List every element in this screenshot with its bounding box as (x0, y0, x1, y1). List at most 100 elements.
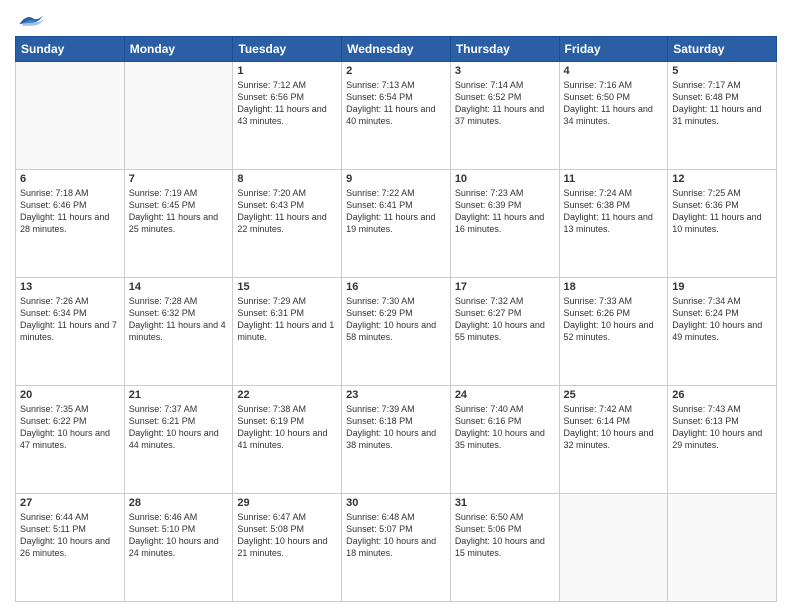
daylight-text: Daylight: 10 hours and 32 minutes. (564, 427, 664, 451)
week-row-2: 6Sunrise: 7:18 AMSunset: 6:46 PMDaylight… (16, 170, 777, 278)
day-info: Sunrise: 7:40 AMSunset: 6:16 PMDaylight:… (455, 403, 555, 452)
day-info: Sunrise: 7:13 AMSunset: 6:54 PMDaylight:… (346, 79, 446, 128)
day-info: Sunrise: 6:48 AMSunset: 5:07 PMDaylight:… (346, 511, 446, 560)
sunset-text: Sunset: 5:11 PM (20, 523, 120, 535)
weekday-header-tuesday: Tuesday (233, 37, 342, 62)
calendar-cell: 23Sunrise: 7:39 AMSunset: 6:18 PMDayligh… (342, 386, 451, 494)
day-info: Sunrise: 7:20 AMSunset: 6:43 PMDaylight:… (237, 187, 337, 236)
sunrise-text: Sunrise: 7:13 AM (346, 79, 446, 91)
daylight-text: Daylight: 11 hours and 25 minutes. (129, 211, 229, 235)
sunrise-text: Sunrise: 7:22 AM (346, 187, 446, 199)
day-info: Sunrise: 7:19 AMSunset: 6:45 PMDaylight:… (129, 187, 229, 236)
weekday-header-sunday: Sunday (16, 37, 125, 62)
day-info: Sunrise: 6:46 AMSunset: 5:10 PMDaylight:… (129, 511, 229, 560)
sunrise-text: Sunrise: 7:37 AM (129, 403, 229, 415)
calendar-cell: 1Sunrise: 7:12 AMSunset: 6:56 PMDaylight… (233, 62, 342, 170)
week-row-4: 20Sunrise: 7:35 AMSunset: 6:22 PMDayligh… (16, 386, 777, 494)
day-info: Sunrise: 7:23 AMSunset: 6:39 PMDaylight:… (455, 187, 555, 236)
sunset-text: Sunset: 6:27 PM (455, 307, 555, 319)
day-number: 31 (455, 497, 555, 509)
calendar-cell: 27Sunrise: 6:44 AMSunset: 5:11 PMDayligh… (16, 494, 125, 602)
weekday-header-friday: Friday (559, 37, 668, 62)
daylight-text: Daylight: 10 hours and 26 minutes. (20, 535, 120, 559)
calendar-cell: 20Sunrise: 7:35 AMSunset: 6:22 PMDayligh… (16, 386, 125, 494)
day-info: Sunrise: 7:39 AMSunset: 6:18 PMDaylight:… (346, 403, 446, 452)
week-row-5: 27Sunrise: 6:44 AMSunset: 5:11 PMDayligh… (16, 494, 777, 602)
sunset-text: Sunset: 6:31 PM (237, 307, 337, 319)
daylight-text: Daylight: 11 hours and 43 minutes. (237, 103, 337, 127)
calendar-cell: 3 Sunrise: 7:14 AMSunset: 6:52 PMDaylight… (450, 62, 559, 170)
sunrise-text: Sunrise: 7:29 AM (237, 295, 337, 307)
calendar-cell: 7 Sunrise: 7:19 AMSunset: 6:45 PMDaylight… (124, 170, 233, 278)
day-number: 10 (455, 173, 555, 185)
day-info: Sunrise: 7:34 AMSunset: 6:24 PMDaylight:… (672, 295, 772, 344)
day-info: Sunrise: 7:17 AMSunset: 6:48 PMDaylight:… (672, 79, 772, 128)
day-number: 26 (672, 389, 772, 401)
calendar-cell: 4Sunrise: 7:16 AMSunset: 6:50 PMDaylight… (559, 62, 668, 170)
weekday-header-monday: Monday (124, 37, 233, 62)
sunset-text: Sunset: 5:08 PM (237, 523, 337, 535)
sunrise-text: Sunrise: 7:28 AM (129, 295, 229, 307)
header (15, 10, 777, 30)
day-info: Sunrise: 7:14 AMSunset: 6:52 PMDaylight:… (455, 79, 555, 128)
sunset-text: Sunset: 6:46 PM (20, 199, 120, 211)
sunrise-text: Sunrise: 7:43 AM (672, 403, 772, 415)
calendar-cell: 11Sunrise: 7:24 AMSunset: 6:38 PMDayligh… (559, 170, 668, 278)
day-number: 30 (346, 497, 446, 509)
day-info: Sunrise: 7:33 AMSunset: 6:26 PMDaylight:… (564, 295, 664, 344)
sunrise-text: Sunrise: 6:50 AM (455, 511, 555, 523)
calendar-cell: 22Sunrise: 7:38 AMSunset: 6:19 PMDayligh… (233, 386, 342, 494)
daylight-text: Daylight: 10 hours and 44 minutes. (129, 427, 229, 451)
day-number: 14 (129, 281, 229, 293)
day-number: 16 (346, 281, 446, 293)
day-number: 5 (672, 65, 772, 77)
sunset-text: Sunset: 6:52 PM (455, 91, 555, 103)
sunrise-text: Sunrise: 6:47 AM (237, 511, 337, 523)
calendar-cell: 6Sunrise: 7:18 AMSunset: 6:46 PMDaylight… (16, 170, 125, 278)
calendar-cell (559, 494, 668, 602)
sunset-text: Sunset: 6:21 PM (129, 415, 229, 427)
sunset-text: Sunset: 6:34 PM (20, 307, 120, 319)
day-number: 18 (564, 281, 664, 293)
calendar-cell: 30 Sunrise: 6:48 AMSunset: 5:07 PMDayligh… (342, 494, 451, 602)
daylight-text: Daylight: 11 hours and 10 minutes. (672, 211, 772, 235)
daylight-text: Daylight: 11 hours and 28 minutes. (20, 211, 120, 235)
daylight-text: Daylight: 10 hours and 38 minutes. (346, 427, 446, 451)
daylight-text: Daylight: 11 hours and 22 minutes. (237, 211, 337, 235)
sunset-text: Sunset: 6:22 PM (20, 415, 120, 427)
day-info: Sunrise: 7:28 AMSunset: 6:32 PMDaylight:… (129, 295, 229, 344)
day-number: 22 (237, 389, 337, 401)
day-number: 21 (129, 389, 229, 401)
day-info: Sunrise: 7:32 AMSunset: 6:27 PMDaylight:… (455, 295, 555, 344)
weekday-header-saturday: Saturday (668, 37, 777, 62)
day-number: 29 (237, 497, 337, 509)
day-info: Sunrise: 6:50 AMSunset: 5:06 PMDaylight:… (455, 511, 555, 560)
day-number: 7 (129, 173, 229, 185)
day-info: Sunrise: 7:12 AMSunset: 6:56 PMDaylight:… (237, 79, 337, 128)
day-info: Sunrise: 7:22 AMSunset: 6:41 PMDaylight:… (346, 187, 446, 236)
sunset-text: Sunset: 6:50 PM (564, 91, 664, 103)
sunset-text: Sunset: 6:18 PM (346, 415, 446, 427)
sunrise-text: Sunrise: 7:16 AM (564, 79, 664, 91)
sunrise-text: Sunrise: 7:25 AM (672, 187, 772, 199)
daylight-text: Daylight: 11 hours and 40 minutes. (346, 103, 446, 127)
calendar-cell: 17Sunrise: 7:32 AMSunset: 6:27 PMDayligh… (450, 278, 559, 386)
day-info: Sunrise: 7:42 AMSunset: 6:14 PMDaylight:… (564, 403, 664, 452)
sunrise-text: Sunrise: 7:40 AM (455, 403, 555, 415)
sunrise-text: Sunrise: 6:44 AM (20, 511, 120, 523)
weekday-header-row: SundayMondayTuesdayWednesdayThursdayFrid… (16, 37, 777, 62)
sunrise-text: Sunrise: 7:34 AM (672, 295, 772, 307)
day-number: 28 (129, 497, 229, 509)
sunset-text: Sunset: 6:24 PM (672, 307, 772, 319)
calendar-cell: 29Sunrise: 6:47 AMSunset: 5:08 PMDayligh… (233, 494, 342, 602)
calendar-table: SundayMondayTuesdayWednesdayThursdayFrid… (15, 36, 777, 602)
sunrise-text: Sunrise: 6:48 AM (346, 511, 446, 523)
sunset-text: Sunset: 6:32 PM (129, 307, 229, 319)
daylight-text: Daylight: 10 hours and 41 minutes. (237, 427, 337, 451)
sunrise-text: Sunrise: 7:35 AM (20, 403, 120, 415)
daylight-text: Daylight: 10 hours and 35 minutes. (455, 427, 555, 451)
sunset-text: Sunset: 6:48 PM (672, 91, 772, 103)
day-info: Sunrise: 7:43 AMSunset: 6:13 PMDaylight:… (672, 403, 772, 452)
day-number: 3 (455, 65, 555, 77)
day-info: Sunrise: 7:16 AMSunset: 6:50 PMDaylight:… (564, 79, 664, 128)
